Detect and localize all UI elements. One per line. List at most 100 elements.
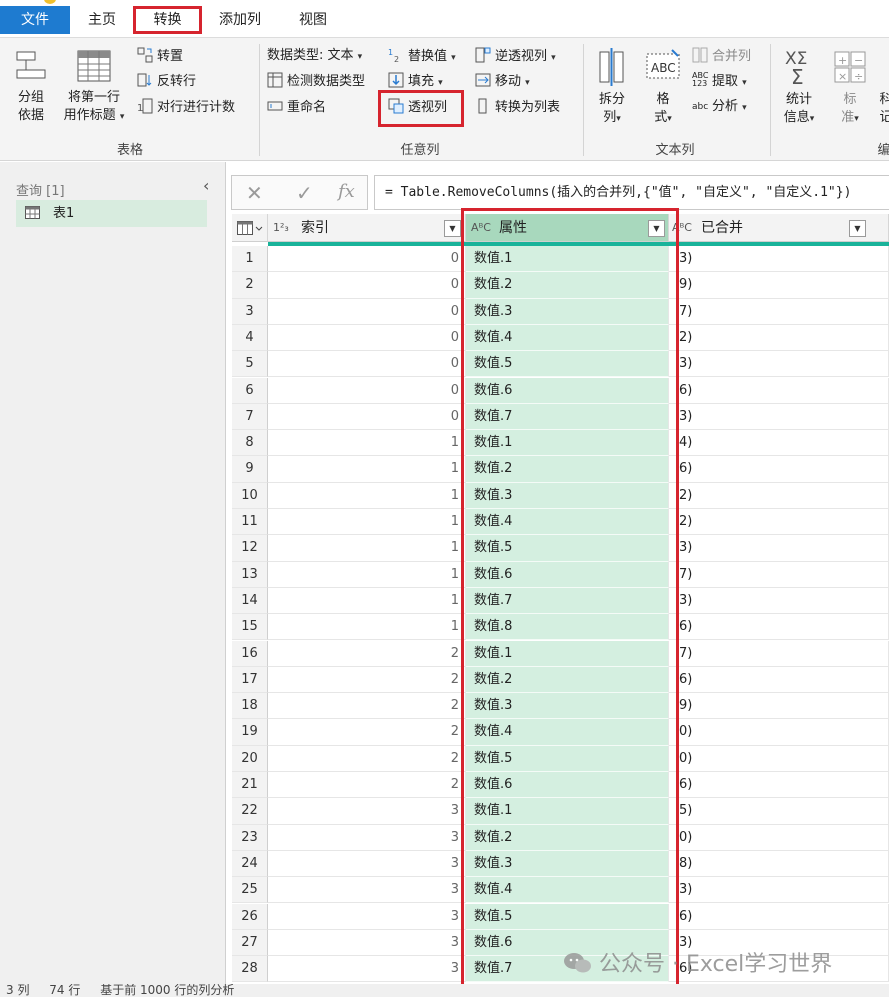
cell-index[interactable]: 1 bbox=[268, 456, 466, 483]
cell-index[interactable]: 3 bbox=[268, 824, 466, 851]
cell-index[interactable]: 2 bbox=[268, 745, 466, 772]
row-number[interactable]: 7 bbox=[232, 403, 268, 431]
cell-merged[interactable]: 6) bbox=[669, 377, 889, 404]
cancel-formula-icon[interactable]: ✕ bbox=[246, 181, 263, 205]
row-number[interactable]: 12 bbox=[232, 535, 268, 562]
cell-merged[interactable]: 0) bbox=[669, 745, 889, 772]
cell-index[interactable]: 1 bbox=[268, 535, 466, 562]
cell-attribute[interactable]: 数值.6 bbox=[466, 561, 669, 588]
cell-attribute[interactable]: 数值.7 bbox=[466, 403, 669, 431]
split-column-dropdown[interactable]: 拆分 列▾ bbox=[590, 46, 634, 128]
function-icon[interactable]: fx bbox=[338, 181, 355, 202]
merge-columns-button[interactable]: 合并列 bbox=[692, 47, 751, 66]
cell-attribute[interactable]: 数值.6 bbox=[466, 772, 669, 799]
cell-index[interactable]: 2 bbox=[268, 693, 466, 720]
scientific-dropdown[interactable]: 科 记 bbox=[876, 46, 889, 127]
row-number[interactable]: 14 bbox=[232, 587, 268, 615]
cell-attribute[interactable]: 数值.3 bbox=[466, 850, 669, 878]
statistics-dropdown[interactable]: XΣ Σ 统计 信息▾ bbox=[775, 46, 823, 128]
unpivot-columns-button[interactable]: 逆透视列 ▾ bbox=[475, 47, 556, 67]
cell-attribute[interactable]: 数值.2 bbox=[466, 456, 669, 483]
row-number[interactable]: 28 bbox=[232, 956, 268, 983]
cell-merged[interactable]: 8) bbox=[669, 850, 889, 878]
cell-attribute[interactable]: 数值.1 bbox=[466, 798, 669, 825]
cell-merged[interactable]: 6) bbox=[669, 903, 889, 930]
cell-merged[interactable]: 3) bbox=[669, 403, 889, 431]
cell-index[interactable]: 0 bbox=[268, 351, 466, 378]
cell-index[interactable]: 3 bbox=[268, 956, 466, 983]
cell-attribute[interactable]: 数值.4 bbox=[466, 324, 669, 352]
detect-type-button[interactable]: 检测数据类型 bbox=[267, 72, 365, 91]
cell-index[interactable]: 2 bbox=[268, 640, 466, 667]
text-type-icon[interactable]: AᴮC bbox=[672, 214, 692, 242]
row-number[interactable]: 10 bbox=[232, 482, 268, 509]
row-number[interactable]: 16 bbox=[232, 640, 268, 667]
cell-index[interactable]: 3 bbox=[268, 798, 466, 825]
cell-attribute[interactable]: 数值.5 bbox=[466, 903, 669, 930]
cell-index[interactable]: 3 bbox=[268, 850, 466, 878]
cell-index[interactable]: 0 bbox=[268, 324, 466, 352]
row-number[interactable]: 5 bbox=[232, 351, 268, 378]
cell-merged[interactable]: 2) bbox=[669, 509, 889, 536]
cell-merged[interactable]: 9) bbox=[669, 272, 889, 299]
cell-attribute[interactable]: 数值.4 bbox=[466, 719, 669, 746]
cell-merged[interactable]: 3) bbox=[669, 535, 889, 562]
tab-file[interactable]: 文件 bbox=[0, 6, 70, 34]
cell-attribute[interactable]: 数值.8 bbox=[466, 614, 669, 641]
row-number[interactable]: 1 bbox=[232, 246, 268, 273]
collapse-pane-icon[interactable]: ‹ bbox=[203, 176, 209, 195]
cell-index[interactable]: 3 bbox=[268, 877, 466, 904]
use-first-row-button[interactable]: 将第一行 用作标题 ▾ bbox=[58, 48, 130, 126]
rename-button[interactable]: 重命名 bbox=[267, 98, 326, 117]
cell-merged[interactable]: 2) bbox=[669, 482, 889, 509]
tab-view[interactable]: 视图 bbox=[293, 6, 333, 34]
cell-attribute[interactable]: 数值.4 bbox=[466, 877, 669, 904]
row-number[interactable]: 15 bbox=[232, 614, 268, 641]
cell-merged[interactable]: 7) bbox=[669, 298, 889, 325]
reverse-rows-button[interactable]: 反转行 bbox=[137, 72, 196, 91]
standard-dropdown[interactable]: + − × ÷ 标 准▾ bbox=[830, 46, 870, 128]
cell-index[interactable]: 0 bbox=[268, 403, 466, 431]
row-number[interactable]: 18 bbox=[232, 693, 268, 720]
row-number[interactable]: 25 bbox=[232, 877, 268, 904]
parse-dropdown[interactable]: abc 分析 ▾ bbox=[692, 98, 747, 117]
cell-merged[interactable]: 6) bbox=[669, 456, 889, 483]
cell-index[interactable]: 2 bbox=[268, 772, 466, 799]
row-number[interactable]: 22 bbox=[232, 798, 268, 825]
cell-attribute[interactable]: 数值.6 bbox=[466, 377, 669, 404]
cell-attribute[interactable]: 数值.7 bbox=[466, 587, 669, 615]
format-dropdown[interactable]: ABC 格 式▾ bbox=[642, 46, 684, 128]
row-number[interactable]: 20 bbox=[232, 745, 268, 772]
cell-merged[interactable]: 7) bbox=[669, 561, 889, 588]
group-by-button[interactable]: 分组 依据 bbox=[8, 48, 54, 125]
cell-index[interactable]: 0 bbox=[268, 246, 466, 273]
cell-merged[interactable]: 6) bbox=[669, 666, 889, 694]
cell-merged[interactable]: 3) bbox=[669, 877, 889, 904]
cell-index[interactable]: 1 bbox=[268, 482, 466, 509]
cell-merged[interactable]: 9) bbox=[669, 693, 889, 720]
cell-merged[interactable]: 2) bbox=[669, 324, 889, 352]
cell-attribute[interactable]: 数值.2 bbox=[466, 272, 669, 299]
cell-merged[interactable]: 3) bbox=[669, 246, 889, 273]
column-header-index[interactable]: 1²₃ 索引 ▼ bbox=[268, 214, 466, 242]
cell-index[interactable]: 1 bbox=[268, 561, 466, 588]
filter-dropdown-icon[interactable]: ▼ bbox=[849, 220, 866, 237]
cell-attribute[interactable]: 数值.3 bbox=[466, 482, 669, 509]
cell-merged[interactable]: 0) bbox=[669, 719, 889, 746]
row-number[interactable]: 24 bbox=[232, 850, 268, 878]
cell-index[interactable]: 2 bbox=[268, 666, 466, 694]
row-number[interactable]: 4 bbox=[232, 324, 268, 352]
row-number[interactable]: 11 bbox=[232, 509, 268, 536]
row-number[interactable]: 21 bbox=[232, 772, 268, 799]
move-dropdown[interactable]: 移动 ▾ bbox=[475, 72, 530, 92]
cell-attribute[interactable]: 数值.1 bbox=[466, 246, 669, 273]
replace-values-button[interactable]: 1 2 替换值 ▾ bbox=[388, 47, 456, 67]
cell-merged[interactable]: 0) bbox=[669, 824, 889, 851]
cell-attribute[interactable]: 数值.3 bbox=[466, 298, 669, 325]
row-number[interactable]: 27 bbox=[232, 929, 268, 957]
cell-index[interactable]: 1 bbox=[268, 509, 466, 536]
cell-index[interactable]: 1 bbox=[268, 587, 466, 615]
row-number[interactable]: 23 bbox=[232, 824, 268, 851]
cell-merged[interactable]: 3) bbox=[669, 587, 889, 615]
formula-input[interactable]: = Table.RemoveColumns(插入的合并列,{"值", "自定义"… bbox=[374, 175, 889, 210]
